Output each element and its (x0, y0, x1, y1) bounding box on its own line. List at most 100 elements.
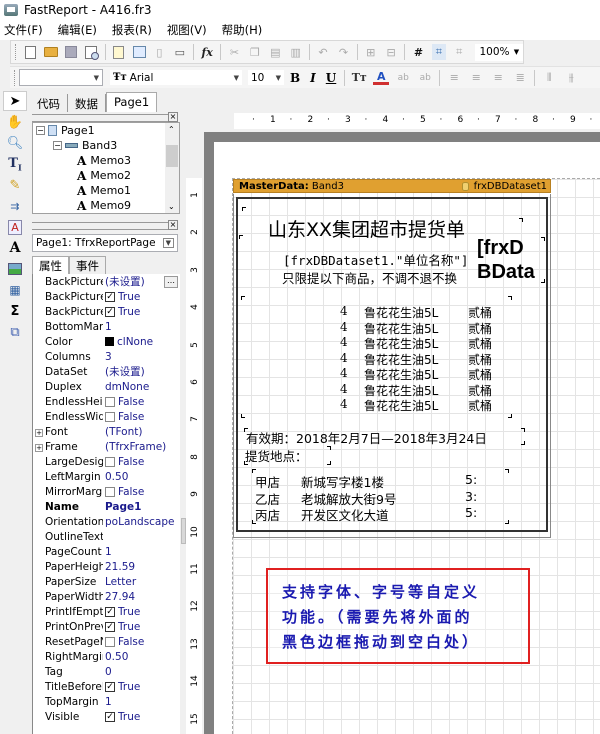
collapse-icon[interactable]: − (36, 126, 45, 135)
open-button[interactable] (43, 44, 58, 60)
property-row[interactable]: + Font (TFont) (33, 424, 180, 439)
checkbox-checked-icon[interactable]: ✓ (105, 606, 115, 617)
validity-memo[interactable]: 有效期：2018年2月7日—2018年3月24日 (246, 428, 487, 447)
property-row[interactable]: DataSet (未设置) (33, 364, 180, 379)
property-value[interactable]: ✓ True (103, 681, 180, 693)
property-value[interactable]: (未设置) (103, 364, 180, 379)
tree-item[interactable]: A Memo1 (33, 183, 179, 198)
band-tool[interactable]: ⇉ (3, 196, 27, 216)
menu-edit[interactable]: 编辑(E) (58, 22, 97, 38)
checkbox-checked-icon[interactable]: ✓ (105, 681, 115, 692)
ellipsis-button[interactable]: … (164, 275, 178, 288)
property-row[interactable]: ResetPageNumbers False (33, 634, 180, 649)
property-value[interactable]: poLandscape (103, 516, 180, 528)
highlight-button[interactable]: ab (395, 70, 411, 86)
checkbox-checked-icon[interactable]: ✓ (105, 621, 115, 632)
item-row[interactable]: 4 鲁花花生油5L 贰桶 (340, 366, 492, 383)
property-row[interactable]: BackPicture (未设置)… (33, 274, 180, 289)
property-value[interactable]: ✓ True (103, 291, 180, 303)
item-row[interactable]: 4 鲁花花生油5L 贰桶 (340, 335, 492, 352)
font-name-combo[interactable]: Ŧт Arial ▼ (109, 69, 243, 86)
copy-button[interactable]: ❐ (248, 44, 262, 60)
toolbar-grip[interactable] (14, 69, 16, 86)
item-row[interactable]: 4 鲁花花生油5L 贰桶 (340, 304, 492, 321)
property-row[interactable]: Duplex dmNone (33, 379, 180, 394)
new-report-button[interactable] (23, 44, 37, 60)
collapse-icon[interactable]: − (53, 141, 62, 150)
store-row[interactable]: 丙店 开发区文化大道 5: (255, 505, 477, 524)
property-value[interactable]: 1 (103, 321, 180, 333)
preview-button[interactable] (84, 44, 100, 60)
property-row[interactable]: Tag 0 (33, 664, 180, 679)
property-value[interactable]: 1 (103, 546, 180, 558)
scroll-down-icon[interactable]: ⌄ (168, 202, 175, 211)
property-row[interactable]: EndlessWidth False (33, 409, 180, 424)
checkbox-unchecked-icon[interactable] (105, 411, 115, 422)
tab-page1[interactable]: Page1 (106, 92, 158, 112)
property-value[interactable]: ✓ True (103, 711, 180, 723)
property-value[interactable]: 0.50 (103, 471, 180, 483)
tree-scrollbar[interactable]: ⌃ ⌄ (165, 123, 179, 213)
tree-item[interactable]: − Band3 (33, 138, 179, 153)
tree-panel-close-button[interactable]: × (168, 112, 178, 122)
property-row[interactable]: BackPictureVisible✓True (33, 304, 180, 319)
property-row[interactable]: PrintIfEmpty✓True (33, 604, 180, 619)
align-top-button[interactable]: ⫴ (541, 70, 557, 86)
format-painter-button[interactable]: ▥ (289, 44, 303, 60)
picture-tool[interactable] (3, 259, 27, 279)
property-value[interactable]: (TFont) (103, 426, 180, 438)
property-row[interactable]: PrintOnPreviousPage✓True (33, 619, 180, 634)
property-value[interactable]: dmNone (103, 381, 180, 393)
property-row[interactable]: Name Page1 (33, 499, 180, 514)
group-button[interactable]: ⊞ (364, 44, 378, 60)
align-right-button[interactable]: ≡ (490, 70, 506, 86)
checkbox-unchecked-icon[interactable] (105, 396, 115, 407)
style-combo[interactable]: ▼ (19, 69, 103, 86)
object-selector[interactable]: Page1: TfrxReportPage ▼ (32, 234, 178, 252)
property-row[interactable]: PaperHeight21.59 (33, 559, 180, 574)
delete-page-button[interactable]: ▯ (152, 44, 166, 60)
property-row[interactable]: Orientation poLandscape (33, 514, 180, 529)
tab-properties[interactable]: 属性 (32, 256, 69, 274)
new-page-button[interactable] (111, 44, 125, 60)
property-value[interactable]: False (103, 396, 180, 408)
redo-button[interactable]: ↷ (336, 44, 350, 60)
tab-events[interactable]: 事件 (69, 256, 106, 274)
tab-code[interactable]: 代码 (30, 94, 68, 112)
undo-button[interactable]: ↶ (316, 44, 330, 60)
toolbar-grip[interactable] (15, 44, 17, 60)
property-row[interactable]: LargeDesignHeight False (33, 454, 180, 469)
item-row[interactable]: 4 鲁花花生油5L 贰桶 (340, 397, 492, 414)
property-value[interactable]: False (103, 636, 180, 648)
property-row[interactable]: LeftMargin 0.50 (33, 469, 180, 484)
checkbox-checked-icon[interactable]: ✓ (105, 711, 115, 722)
page-settings-button[interactable]: ▭ (173, 44, 187, 60)
text-tool[interactable]: A (3, 238, 27, 258)
align-middle-button[interactable]: ⫵ (563, 70, 579, 86)
show-grid-button[interactable]: # (411, 44, 425, 60)
align-left-button[interactable]: ≡ (446, 70, 462, 86)
rotate-text-button[interactable]: ab (417, 70, 433, 86)
inspector-panel-close-button[interactable]: × (168, 220, 178, 230)
property-value[interactable]: False (103, 456, 180, 468)
property-row[interactable]: + Frame (TfrxFrame) (33, 439, 180, 454)
checkbox-unchecked-icon[interactable] (105, 456, 115, 467)
tree-item[interactable]: A Memo3 (33, 153, 179, 168)
checkbox-unchecked-icon[interactable] (105, 636, 115, 647)
tree-item[interactable]: − Page1 (33, 123, 179, 138)
property-row[interactable]: TitleBeforeHeader✓True (33, 679, 180, 694)
property-row[interactable]: EndlessHeight False (33, 394, 180, 409)
notice-memo[interactable]: 只限提以下商品，不调不退不换 (282, 268, 457, 287)
property-value[interactable]: clNone (103, 336, 180, 348)
property-row[interactable]: MirrorMargins False (33, 484, 180, 499)
align-center-button[interactable]: ≡ (468, 70, 484, 86)
checkbox-unchecked-icon[interactable] (105, 486, 115, 497)
unit-name-memo[interactable]: [frxDBDataset1."单位名称"] (283, 250, 468, 269)
property-row[interactable]: PaperWidth 27.94 (33, 589, 180, 604)
menu-report[interactable]: 报表(R) (112, 22, 152, 38)
property-value[interactable]: (TfrxFrame) (103, 441, 180, 453)
property-value[interactable]: 3 (103, 351, 180, 363)
property-value[interactable]: Letter (103, 576, 180, 588)
property-value[interactable]: ✓ True (103, 306, 180, 318)
text-edit-tool[interactable]: TI (3, 154, 27, 174)
